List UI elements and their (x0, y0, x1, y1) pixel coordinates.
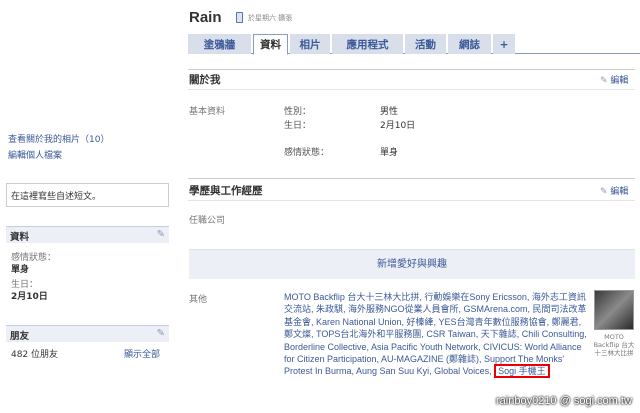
friends-count: 482 位朋友 (11, 350, 59, 360)
info-section-content: 感情狀態： 單身 生日： 2月10日 (11, 252, 56, 303)
tab-events[interactable]: 活動 (405, 34, 446, 54)
pencil-icon: ✎ (600, 187, 608, 197)
tab-notes[interactable]: 網誌 (448, 34, 491, 54)
education-edit-link[interactable]: ✎ 編輯 (600, 184, 628, 197)
profile-picture[interactable] (6, 6, 169, 124)
about-edit-label: 編輯 (610, 76, 629, 86)
about-edit-link[interactable]: ✎ 編輯 (600, 73, 628, 86)
tab-applications[interactable]: 應用程式 (332, 34, 403, 54)
birthday-value: 2月10日 (11, 292, 48, 302)
employer-label: 任職公司 (189, 216, 226, 226)
mobile-status-text: 於星期六 擴張 (248, 14, 293, 22)
pencil-icon[interactable]: ✎ (157, 229, 165, 240)
profile-tabs: 塗鴉牆 資料 相片 應用程式 活動 網誌 + (188, 34, 640, 55)
watermark: rainboy0210 @ sogi.com.tw (496, 395, 632, 407)
education-section-title: 學歷與工作經歷 (189, 185, 263, 197)
info-section-title: 資料 (10, 232, 30, 243)
gender-label: 性別： (284, 107, 312, 117)
relationship-label: 感情狀態： (284, 148, 330, 158)
relationship-value: 單身 (11, 265, 30, 275)
birthday-label: 生日： (284, 121, 312, 131)
about-section-title: 關於我 (189, 74, 221, 86)
relationship-label: 感情狀態： (11, 253, 57, 263)
other-interests-list: MOTO Backflip 台大十三林大比拼, 行動娛樂在Sony Ericss… (284, 291, 588, 379)
tab-wall[interactable]: 塗鴉牆 (188, 34, 251, 54)
education-edit-label: 編輯 (610, 187, 629, 197)
tab-photos[interactable]: 相片 (290, 34, 330, 54)
add-tab-button[interactable]: + (493, 34, 515, 54)
gender-value: 男性 (380, 107, 399, 117)
profile-name: Rain (189, 9, 222, 26)
add-interests-button[interactable]: 新增愛好與興趣 (189, 249, 635, 279)
view-photos-link[interactable]: 查看關於我的相片（10） (8, 132, 109, 148)
section-divider (188, 89, 635, 90)
basic-info-label: 基本資料 (189, 107, 226, 117)
thumbnail-caption: MOTO Backflip 台大十三林大比拼 (593, 333, 635, 357)
interest-thumbnail[interactable] (594, 290, 634, 330)
section-divider (188, 200, 635, 201)
mobile-phone-icon (236, 12, 243, 23)
info-section-header: 資料 ✎ (6, 226, 169, 243)
left-column: 查看關於我的相片（10） 編輯個人檔案 在這裡寫些自述短文。 資料 ✎ 感情狀態… (0, 0, 175, 413)
pencil-icon: ✎ (600, 76, 608, 86)
pencil-icon[interactable]: ✎ (157, 328, 165, 339)
sogi-link[interactable]: Sogi 手機王 (494, 364, 550, 379)
section-divider (188, 178, 635, 179)
profile-links: 查看關於我的相片（10） 編輯個人檔案 (8, 132, 109, 164)
friends-section-header: 朋友 ✎ (6, 325, 169, 342)
other-label: 其他 (189, 295, 208, 305)
show-all-friends-link[interactable]: 顯示全部 (124, 347, 160, 360)
edit-profile-link[interactable]: 編輯個人檔案 (8, 148, 109, 164)
section-divider (188, 69, 635, 70)
bio-input[interactable]: 在這裡寫些自述短文。 (6, 183, 169, 207)
relationship-value: 單身 (380, 148, 399, 158)
tab-info[interactable]: 資料 (253, 34, 288, 55)
birthday-value: 2月10日 (380, 121, 416, 131)
birthday-label: 生日： (11, 280, 39, 290)
friends-section-title: 朋友 (10, 331, 30, 342)
